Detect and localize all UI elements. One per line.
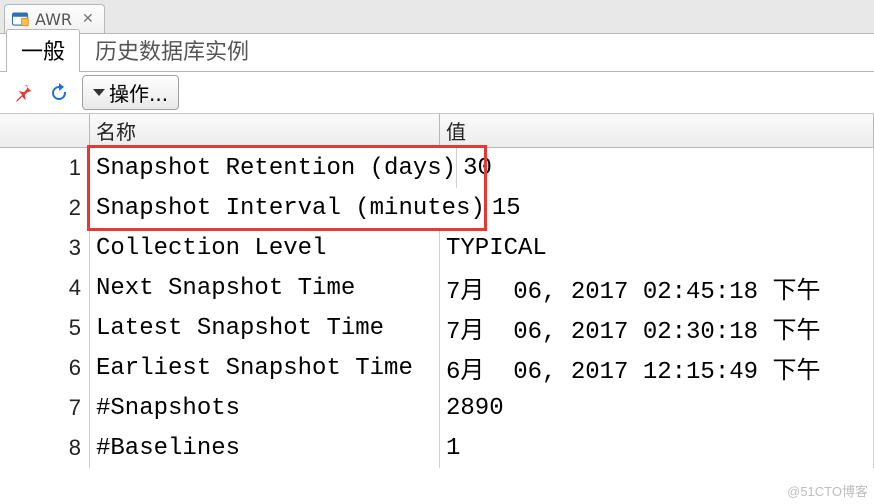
cell-name: Latest Snapshot Time <box>90 308 440 348</box>
tab-history-db-instances[interactable]: 历史数据库实例 <box>80 29 264 72</box>
header-name[interactable]: 名称 <box>90 114 440 148</box>
row-number: 3 <box>0 228 90 268</box>
awr-tab-icon <box>11 10 29 28</box>
table-container: 名称 值 1Snapshot Retention (days)302Snapsh… <box>0 114 874 468</box>
header-rownum <box>0 114 90 148</box>
table-row[interactable]: 8#Baselines1 <box>0 428 874 468</box>
cell-value: 7月 06, 2017 02:30:18 下午 <box>440 308 874 348</box>
window-tab-label: AWR <box>35 10 72 29</box>
cell-value: 1 <box>440 428 874 468</box>
header-value[interactable]: 值 <box>440 114 874 148</box>
cell-name: Earliest Snapshot Time <box>90 348 440 388</box>
table-row[interactable]: 6Earliest Snapshot Time6月 06, 2017 12:15… <box>0 348 874 388</box>
refresh-icon[interactable] <box>46 80 72 106</box>
table-header-row: 名称 值 <box>0 114 874 148</box>
table-row[interactable]: 2Snapshot Interval (minutes)15 <box>0 188 874 228</box>
cell-name: Next Snapshot Time <box>90 268 440 308</box>
row-number: 8 <box>0 428 90 468</box>
table-row[interactable]: 1Snapshot Retention (days)30 <box>0 148 874 188</box>
cell-value: 2890 <box>440 388 874 428</box>
table-row[interactable]: 7#Snapshots2890 <box>0 388 874 428</box>
properties-table: 名称 值 1Snapshot Retention (days)302Snapsh… <box>0 114 874 468</box>
cell-name: #Baselines <box>90 428 440 468</box>
cell-name: #Snapshots <box>90 388 440 428</box>
table-body: 1Snapshot Retention (days)302Snapshot In… <box>0 148 874 468</box>
watermark: @51CTO博客 <box>787 481 868 500</box>
cell-value: 15 <box>486 188 874 228</box>
cell-name: Collection Level <box>90 228 440 268</box>
cell-name: Snapshot Retention (days) <box>90 148 457 188</box>
table-row[interactable]: 4Next Snapshot Time7月 06, 2017 02:45:18 … <box>0 268 874 308</box>
actions-button[interactable]: 操作... <box>82 75 179 110</box>
pin-icon[interactable] <box>10 80 36 106</box>
cell-value: 30 <box>457 148 874 188</box>
row-number: 5 <box>0 308 90 348</box>
cell-value: TYPICAL <box>440 228 874 268</box>
cell-name: Snapshot Interval (minutes) <box>90 188 486 228</box>
table-row[interactable]: 3Collection LevelTYPICAL <box>0 228 874 268</box>
cell-value: 6月 06, 2017 12:15:49 下午 <box>440 348 874 388</box>
table-row[interactable]: 5Latest Snapshot Time7月 06, 2017 02:30:1… <box>0 308 874 348</box>
tab-general[interactable]: 一般 <box>6 29 80 72</box>
row-number: 2 <box>0 188 90 228</box>
row-number: 6 <box>0 348 90 388</box>
chevron-down-icon <box>93 89 105 96</box>
row-number: 1 <box>0 148 90 188</box>
row-number: 7 <box>0 388 90 428</box>
row-number: 4 <box>0 268 90 308</box>
actions-button-label: 操作... <box>109 78 168 107</box>
inner-tab-bar: 一般 历史数据库实例 <box>0 34 874 72</box>
cell-value: 7月 06, 2017 02:45:18 下午 <box>440 268 874 308</box>
close-icon[interactable]: ✕ <box>82 11 94 27</box>
toolbar: 操作... <box>0 72 874 114</box>
